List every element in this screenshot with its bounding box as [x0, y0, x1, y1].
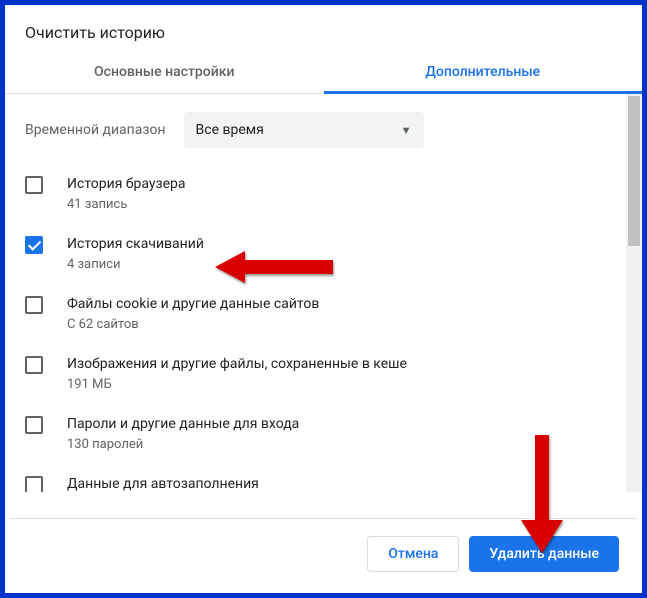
option-title: Изображения и другие файлы, сохраненные …	[67, 354, 407, 374]
scrollbar[interactable]	[626, 94, 642, 492]
scroll-area: Временной диапазон Все время ▼ История б…	[5, 94, 642, 492]
checkbox-browsing-history[interactable]	[25, 176, 43, 194]
tab-advanced[interactable]: Дополнительные	[324, 52, 643, 93]
time-range-row: Временной диапазон Все время ▼	[25, 94, 622, 164]
option-sub: 130 паролей	[67, 436, 299, 454]
tabs: Основные настройки Дополнительные	[5, 52, 642, 94]
checkbox-passwords[interactable]	[25, 416, 43, 434]
option-sub: 41 запись	[67, 196, 185, 214]
option-browsing-history: История браузера 41 запись	[25, 164, 622, 224]
option-cache: Изображения и другие файлы, сохраненные …	[25, 344, 622, 404]
option-title: Пароли и другие данные для входа	[67, 414, 299, 434]
time-range-select[interactable]: Все время ▼	[184, 112, 424, 148]
chevron-down-icon: ▼	[401, 124, 412, 137]
tab-basic[interactable]: Основные настройки	[5, 52, 324, 93]
option-download-history: История скачиваний 4 записи	[25, 224, 622, 284]
checkbox-download-history[interactable]	[25, 236, 43, 254]
dialog-clear-browsing-data: Очистить историю Основные настройки Допо…	[0, 0, 647, 598]
dialog-footer: Отмена Удалить данные	[10, 518, 637, 588]
time-range-value: Все время	[196, 122, 264, 138]
scroll-thumb[interactable]	[628, 96, 640, 246]
delete-data-button[interactable]: Удалить данные	[469, 536, 619, 572]
option-cookies: Файлы cookie и другие данные сайтов С 62…	[25, 284, 622, 344]
option-title: История браузера	[67, 174, 185, 194]
cancel-button[interactable]: Отмена	[367, 536, 459, 572]
checkbox-cookies[interactable]	[25, 296, 43, 314]
option-sub: 191 МБ	[67, 376, 407, 394]
option-sub: С 62 сайтов	[67, 316, 319, 334]
option-title: Данные для автозаполнения	[67, 474, 259, 492]
time-range-label: Временной диапазон	[25, 122, 166, 138]
dialog-title: Очистить историю	[5, 5, 642, 52]
checkbox-autofill[interactable]	[25, 476, 43, 492]
option-title: История скачиваний	[67, 234, 204, 254]
option-autofill: Данные для автозаполнения	[25, 464, 622, 492]
option-title: Файлы cookie и другие данные сайтов	[67, 294, 319, 314]
option-sub: 4 записи	[67, 256, 204, 274]
checkbox-cache[interactable]	[25, 356, 43, 374]
option-passwords: Пароли и другие данные для входа 130 пар…	[25, 404, 622, 464]
